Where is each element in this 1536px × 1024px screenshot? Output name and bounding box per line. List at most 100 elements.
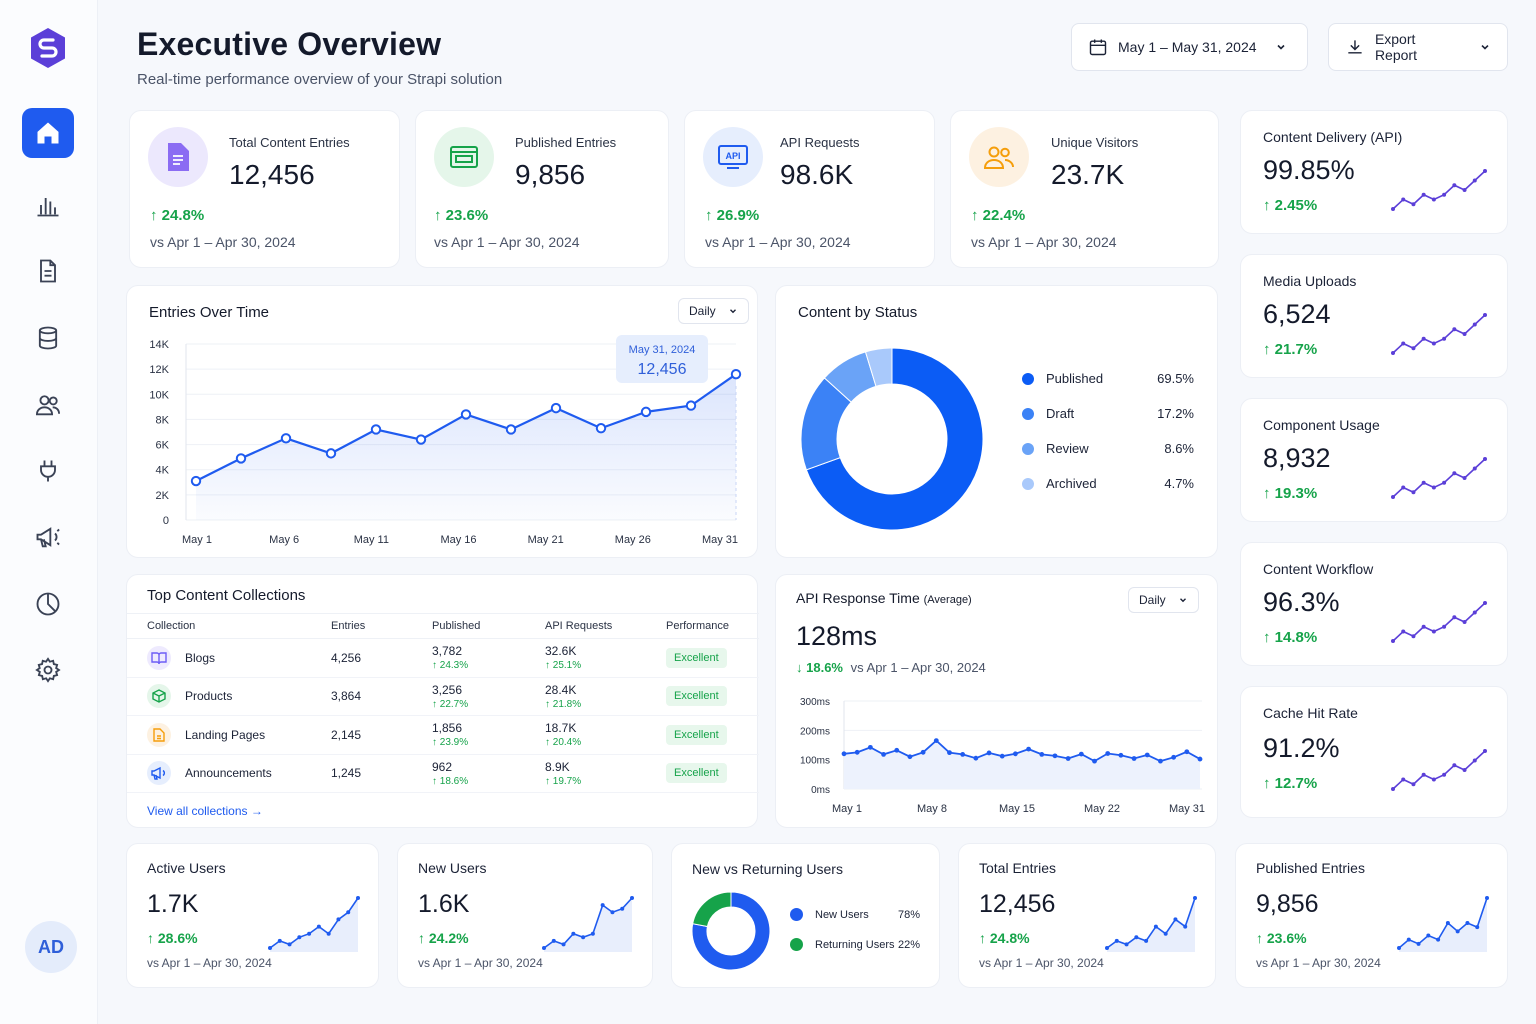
sparkline-point [1445,921,1450,925]
sparkline-point [1472,178,1477,183]
data-point[interactable] [1118,752,1124,758]
nav-database[interactable] [22,313,74,363]
legend-item[interactable]: Returning Users 22% [790,938,920,951]
nav-users[interactable] [22,380,74,430]
data-point[interactable] [550,402,562,414]
kpi-card-unique-visitors[interactable]: Unique Visitors 23.7K ↑ 22.4% vs Apr 1 –… [950,110,1219,268]
data-point[interactable] [280,433,292,444]
panel-title: Top Content Collections [147,587,306,604]
nav-settings[interactable] [22,645,74,695]
metric-card-component-usage[interactable]: Component Usage 8,932 ↑ 19.3% [1240,398,1508,522]
data-point[interactable] [505,424,517,435]
data-point[interactable] [894,747,900,753]
box-icon [147,684,171,709]
data-point[interactable] [933,738,939,743]
x-tick-label: May 26 [615,534,651,546]
export-report-button[interactable]: Export Report [1328,23,1508,71]
data-point[interactable] [325,448,337,459]
x-tick-label: May 6 [269,534,299,546]
metric-compare: vs Apr 1 – Apr 30, 2024 [979,956,1104,970]
data-point[interactable] [881,751,886,757]
data-point[interactable] [1013,751,1018,757]
nav-plugins[interactable] [22,446,74,496]
sparkline-point [1411,782,1416,787]
nav-content[interactable] [22,246,74,296]
metric-card-published-entries[interactable]: Published Entries 9,856 ↑ 23.6% vs Apr 1… [1235,843,1508,988]
data-point[interactable] [1092,758,1097,764]
sparkline-point [268,946,272,950]
data-point[interactable] [730,368,742,380]
table-row[interactable]: Blogs 4,256 3,782 ↑ 24.3% 32.6K ↑ 25.1% Ex… [127,638,759,678]
data-point[interactable] [1158,758,1163,764]
metric-card-active-users[interactable]: Active Users 1.7K ↑ 28.6% vs Apr 1 – Apr… [126,843,379,988]
date-range-picker[interactable]: May 1 – May 31, 2024 [1071,23,1308,71]
data-point[interactable] [841,751,847,757]
data-point[interactable] [1171,754,1177,760]
strapi-logo[interactable] [28,26,68,70]
data-point[interactable] [235,453,247,464]
metric-card-new-users[interactable]: New Users 1.6K ↑ 24.2% vs Apr 1 – Apr 30… [397,843,653,988]
sparkline-point [1416,941,1421,946]
table-row[interactable]: Products 3,864 3,256 ↑ 22.7% 28.4K ↑ 21.8%… [127,677,759,716]
chevron-down-icon [1481,44,1489,50]
data-point[interactable] [685,400,697,411]
metric-card-content-delivery[interactable]: Content Delivery (API) 99.85% ↑ 2.45% [1240,110,1508,234]
metric-card-cache-hit-rate[interactable]: Cache Hit Rate 91.2% ↑ 12.7% [1240,686,1508,818]
data-point[interactable] [1039,751,1045,757]
kpi-card-total-entries[interactable]: Total Content Entries 12,456 ↑ 24.8% vs … [129,110,400,268]
legend-item[interactable]: New Users 78% [790,908,920,921]
y-tick-label: 10K [149,389,169,401]
metric-card-total-entries[interactable]: Total Entries 12,456 ↑ 24.8% vs Apr 1 – … [958,843,1216,988]
data-point[interactable] [1197,756,1203,762]
data-point[interactable] [415,434,427,445]
kpi-card-published-entries[interactable]: Published Entries 9,856 ↑ 23.6% vs Apr 1… [415,110,669,268]
data-point[interactable] [960,751,966,757]
data-point[interactable] [867,744,873,750]
legend-item[interactable]: Review 8.6% [1022,441,1194,456]
data-point[interactable] [370,424,382,435]
kpi-card-api-requests[interactable]: API API Requests 98.6K ↑ 26.9% vs Apr 1 … [684,110,935,268]
kpi-compare: vs Apr 1 – Apr 30, 2024 [434,234,580,250]
legend-item[interactable]: Published 69.5% [1022,371,1194,386]
user-avatar[interactable]: AD [25,921,77,973]
panel-title: Content by Status [798,304,918,321]
legend-item[interactable]: Draft 17.2% [1022,406,1194,421]
series-area [196,374,736,520]
data-point[interactable] [1131,756,1137,761]
nav-reports[interactable] [22,579,74,629]
data-point[interactable] [1026,746,1031,752]
data-point[interactable] [460,409,472,420]
data-point[interactable] [640,406,652,418]
data-point[interactable] [999,753,1005,759]
sparkline-point [1431,629,1436,634]
data-point[interactable] [920,749,926,755]
data-point[interactable] [1078,751,1084,757]
sparkline-point [1421,624,1426,629]
table-row[interactable]: Landing Pages 2,145 1,856 ↑ 23.9% 18.7K ↑ … [127,715,759,755]
tooltip-date: May 31, 2024 [629,344,696,356]
metric-card-media-uploads[interactable]: Media Uploads 6,524 ↑ 21.7% [1240,254,1508,378]
data-point[interactable] [1105,751,1111,756]
data-point[interactable] [595,423,607,434]
metric-value: 99.85% [1263,155,1355,185]
data-point[interactable] [973,755,979,761]
data-point[interactable] [1184,749,1190,755]
nav-marketing[interactable] [22,512,74,562]
table-row[interactable]: Announcements 1,245 962 ↑ 18.6% 8.9K ↑ 19.… [127,754,759,793]
data-point[interactable] [907,754,913,760]
data-point[interactable] [854,749,860,755]
donut-slice-returning-users[interactable] [692,891,732,928]
data-point[interactable] [190,475,202,487]
metric-card-content-workflow[interactable]: Content Workflow 96.3% ↑ 14.8% [1240,542,1508,666]
data-point[interactable] [986,750,992,756]
view-all-collections-link[interactable]: View all collections → [147,804,263,818]
y-tick-label: 2K [156,490,170,502]
data-point[interactable] [1144,752,1150,758]
metric-change: ↑ 12.7% [1263,775,1318,792]
nav-analytics[interactable] [22,180,74,230]
data-point[interactable] [1052,753,1058,759]
data-point[interactable] [947,750,952,756]
data-point[interactable] [1065,756,1071,761]
nav-home[interactable] [22,108,74,158]
legend-item[interactable]: Archived 4.7% [1022,476,1194,491]
